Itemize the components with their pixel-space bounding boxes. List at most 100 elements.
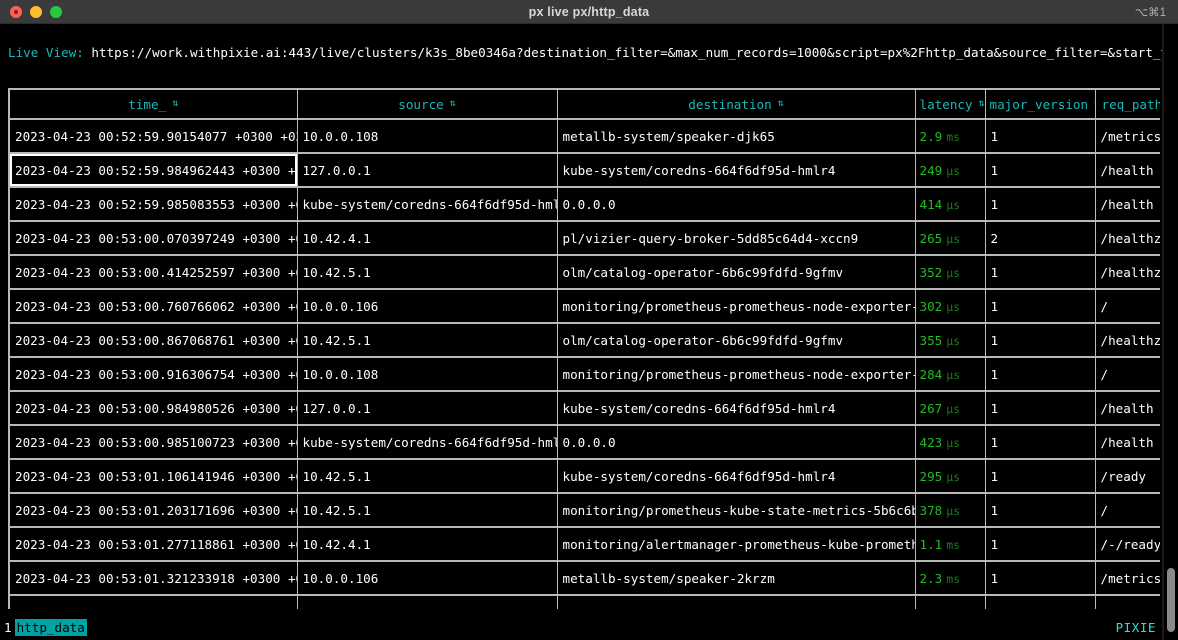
cell-destination[interactable]: olm/catalog-operator-6b6c99fdfd-9gfmv	[556, 255, 916, 290]
cell-latency[interactable]: 1.1 ms	[914, 527, 986, 562]
cell-destination[interactable]: monitoring/alertmanager-prometheus-kube-…	[556, 527, 916, 562]
cell-req-path[interactable]: /	[1094, 289, 1160, 324]
table-row[interactable]: 2023-04-23 00:53:00.760766062 +0300 +03 1…	[8, 289, 1160, 324]
cell-source[interactable]: 127.0.0.1	[296, 391, 558, 426]
cell-major-version[interactable]: 1	[984, 153, 1096, 188]
cell-time[interactable]: 2023-04-23 00:53:00.985100723 +0300 +03	[8, 425, 298, 460]
cell-time[interactable]: 2023-04-23 00:53:00.984980526 +0300 +03	[8, 391, 298, 426]
cell-req-path[interactable]: /	[1094, 493, 1160, 528]
table-row[interactable]: 2023-04-23 00:53:00.985100723 +0300 +03 k…	[8, 425, 1160, 460]
cell-req-path[interactable]: /ready	[1094, 459, 1160, 494]
cell-latency[interactable]: 414 µs	[914, 187, 986, 222]
cell-source[interactable]: 10.42.5.1	[296, 255, 558, 290]
cell-destination[interactable]: monitoring/prometheus-kube-state-metrics…	[556, 493, 916, 528]
cell-req-path[interactable]: /	[1094, 357, 1160, 392]
cell-latency[interactable]: 423 µs	[914, 425, 986, 460]
cell-latency[interactable]: 378 µs	[914, 493, 986, 528]
sort-toggle-icon[interactable]: ⇅	[450, 99, 456, 109]
table-column-header-source[interactable]: source ⇅	[296, 88, 558, 120]
table-row[interactable]: 2023-04-23 00:53:00.414252597 +0300 +03 1…	[8, 255, 1160, 290]
live-view-url[interactable]: https://work.withpixie.ai:443/live/clust…	[91, 45, 1170, 60]
cell-major-version[interactable]: 1	[984, 187, 1096, 222]
cell-major-version[interactable]: 1	[984, 391, 1096, 426]
cell-time[interactable]: 2023-04-23 00:53:01.203171696 +0300 +03	[8, 493, 298, 528]
cell-major-version[interactable]: 1	[984, 255, 1096, 290]
table-row[interactable]: 2023-04-23 00:53:01.203171696 +0300 +03 1…	[8, 493, 1160, 528]
close-window-icon[interactable]	[10, 5, 22, 18]
table-row[interactable]: 2023-04-23 00:53:01.321233918 +0300 +03 1…	[8, 561, 1160, 596]
cell-source[interactable]: 10.0.0.108	[296, 357, 558, 392]
cell-latency[interactable]: 352 µs	[914, 255, 986, 290]
cell-latency[interactable]: 265 µs	[914, 221, 986, 256]
cell-latency[interactable]: 284 µs	[914, 357, 986, 392]
cell-major-version[interactable]: 2	[984, 221, 1096, 256]
cell-latency[interactable]: 2.9 ms	[914, 119, 986, 154]
status-active-script[interactable]: http_data	[14, 618, 87, 636]
table-row[interactable]: 2023-04-23 00:52:59.90154077 +0300 +03 10…	[8, 119, 1160, 154]
cell-source[interactable]: 10.0.0.106	[296, 561, 558, 596]
minimize-window-icon[interactable]	[30, 5, 42, 18]
table-row[interactable]: 2023-04-23 00:53:00.867068761 +0300 +03 1…	[8, 323, 1160, 358]
cell-req-path[interactable]: /metrics	[1094, 561, 1160, 596]
cell-source[interactable]: kube-system/coredns-664f6df95d-hmlr4	[296, 187, 558, 222]
cell-destination[interactable]: kube-system/coredns-664f6df95d-hmlr4	[556, 391, 916, 426]
cell-latency[interactable]: 295 µs	[914, 459, 986, 494]
table-row[interactable]: 2023-04-23 00:53:01.277118861 +0300 +03 1…	[8, 527, 1160, 562]
table-row[interactable]: 2023-04-23 00:53:01.106141946 +0300 +03 1…	[8, 459, 1160, 494]
cell-source[interactable]: 10.42.5.1	[296, 323, 558, 358]
cell-destination[interactable]: kube-system/coredns-664f6df95d-hmlr4	[556, 459, 916, 494]
cell-latency[interactable]: 302 µs	[914, 289, 986, 324]
table-row[interactable]: 2023-04-23 00:52:59.985083553 +0300 +03 k…	[8, 187, 1160, 222]
table-column-header-destination[interactable]: destination ⇅	[556, 88, 916, 120]
cell-major-version[interactable]: 1	[984, 425, 1096, 460]
cell-time[interactable]: 2023-04-23 00:53:01.277118861 +0300 +03	[8, 527, 298, 562]
cell-req-path[interactable]: /health	[1094, 153, 1160, 188]
cell-destination[interactable]: 0.0.0.0	[556, 425, 916, 460]
cell-major-version[interactable]: 1	[984, 459, 1096, 494]
cell-source[interactable]: 10.42.4.1	[296, 527, 558, 562]
table-column-header-req_path[interactable]: req_path…	[1094, 88, 1160, 120]
cell-req-path[interactable]: /healthz	[1094, 221, 1160, 256]
cell-req-path[interactable]: /health	[1094, 391, 1160, 426]
cell-destination[interactable]: monitoring/prometheus-prometheus-node-ex…	[556, 357, 916, 392]
table-row[interactable]: 2023-04-23 00:53:00.984980526 +0300 +03 1…	[8, 391, 1160, 426]
table-column-header-time[interactable]: time_ ⇅	[8, 88, 298, 120]
cell-time[interactable]: 2023-04-23 00:52:59.985083553 +0300 +03	[8, 187, 298, 222]
maximize-window-icon[interactable]	[50, 5, 62, 18]
cell-source[interactable]: 10.42.5.1	[296, 459, 558, 494]
cell-time[interactable]: 2023-04-23 00:53:01.321233918 +0300 +03	[8, 561, 298, 596]
cell-major-version[interactable]: 1	[984, 323, 1096, 358]
cell-major-version[interactable]: 1	[984, 119, 1096, 154]
vertical-scrollbar-thumb[interactable]	[1167, 568, 1175, 632]
cell-time[interactable]: 2023-04-23 00:52:59.984962443 +0300 +03	[8, 153, 298, 188]
cell-req-path[interactable]: /-/ready	[1094, 527, 1160, 562]
cell-destination[interactable]: kube-system/coredns-664f6df95d-hmlr4	[556, 153, 916, 188]
http-data-table-container[interactable]: time_ ⇅ source ⇅ destination ⇅ latency ⇅ major_v…	[8, 88, 1160, 625]
cell-major-version[interactable]: 1	[984, 561, 1096, 596]
cell-req-path[interactable]: /health	[1094, 425, 1160, 460]
table-column-header-latency[interactable]: latency ⇅	[914, 88, 986, 120]
cell-req-path[interactable]: /health	[1094, 187, 1160, 222]
cell-time[interactable]: 2023-04-23 00:52:59.90154077 +0300 +03	[8, 119, 298, 154]
cell-source[interactable]: 10.42.5.1	[296, 493, 558, 528]
cell-destination[interactable]: 0.0.0.0	[556, 187, 916, 222]
cell-req-path[interactable]: /metrics	[1094, 119, 1160, 154]
sort-toggle-icon[interactable]: ⇅	[778, 99, 784, 109]
table-column-header-major_version[interactable]: major_version⇅	[984, 88, 1096, 120]
sort-toggle-icon[interactable]: ⇅	[172, 99, 178, 109]
cell-major-version[interactable]: 1	[984, 527, 1096, 562]
cell-time[interactable]: 2023-04-23 00:53:00.760766062 +0300 +03	[8, 289, 298, 324]
cell-time[interactable]: 2023-04-23 00:53:00.070397249 +0300 +03	[8, 221, 298, 256]
cell-req-path[interactable]: /healthz	[1094, 323, 1160, 358]
cell-major-version[interactable]: 1	[984, 289, 1096, 324]
cell-destination[interactable]: monitoring/prometheus-prometheus-node-ex…	[556, 289, 916, 324]
cell-destination[interactable]: metallb-system/speaker-2krzm	[556, 561, 916, 596]
table-row[interactable]: 2023-04-23 00:53:00.070397249 +0300 +03 1…	[8, 221, 1160, 256]
cell-destination[interactable]: metallb-system/speaker-djk65	[556, 119, 916, 154]
cell-time[interactable]: 2023-04-23 00:53:01.106141946 +0300 +03	[8, 459, 298, 494]
table-row[interactable]: 2023-04-23 00:52:59.984962443 +0300 +03 1…	[8, 153, 1160, 188]
cell-time[interactable]: 2023-04-23 00:53:00.867068761 +0300 +03	[8, 323, 298, 358]
cell-source[interactable]: 10.0.0.106	[296, 289, 558, 324]
vertical-scrollbar-track[interactable]	[1163, 24, 1178, 640]
table-row[interactable]: 2023-04-23 00:53:00.916306754 +0300 +03 1…	[8, 357, 1160, 392]
